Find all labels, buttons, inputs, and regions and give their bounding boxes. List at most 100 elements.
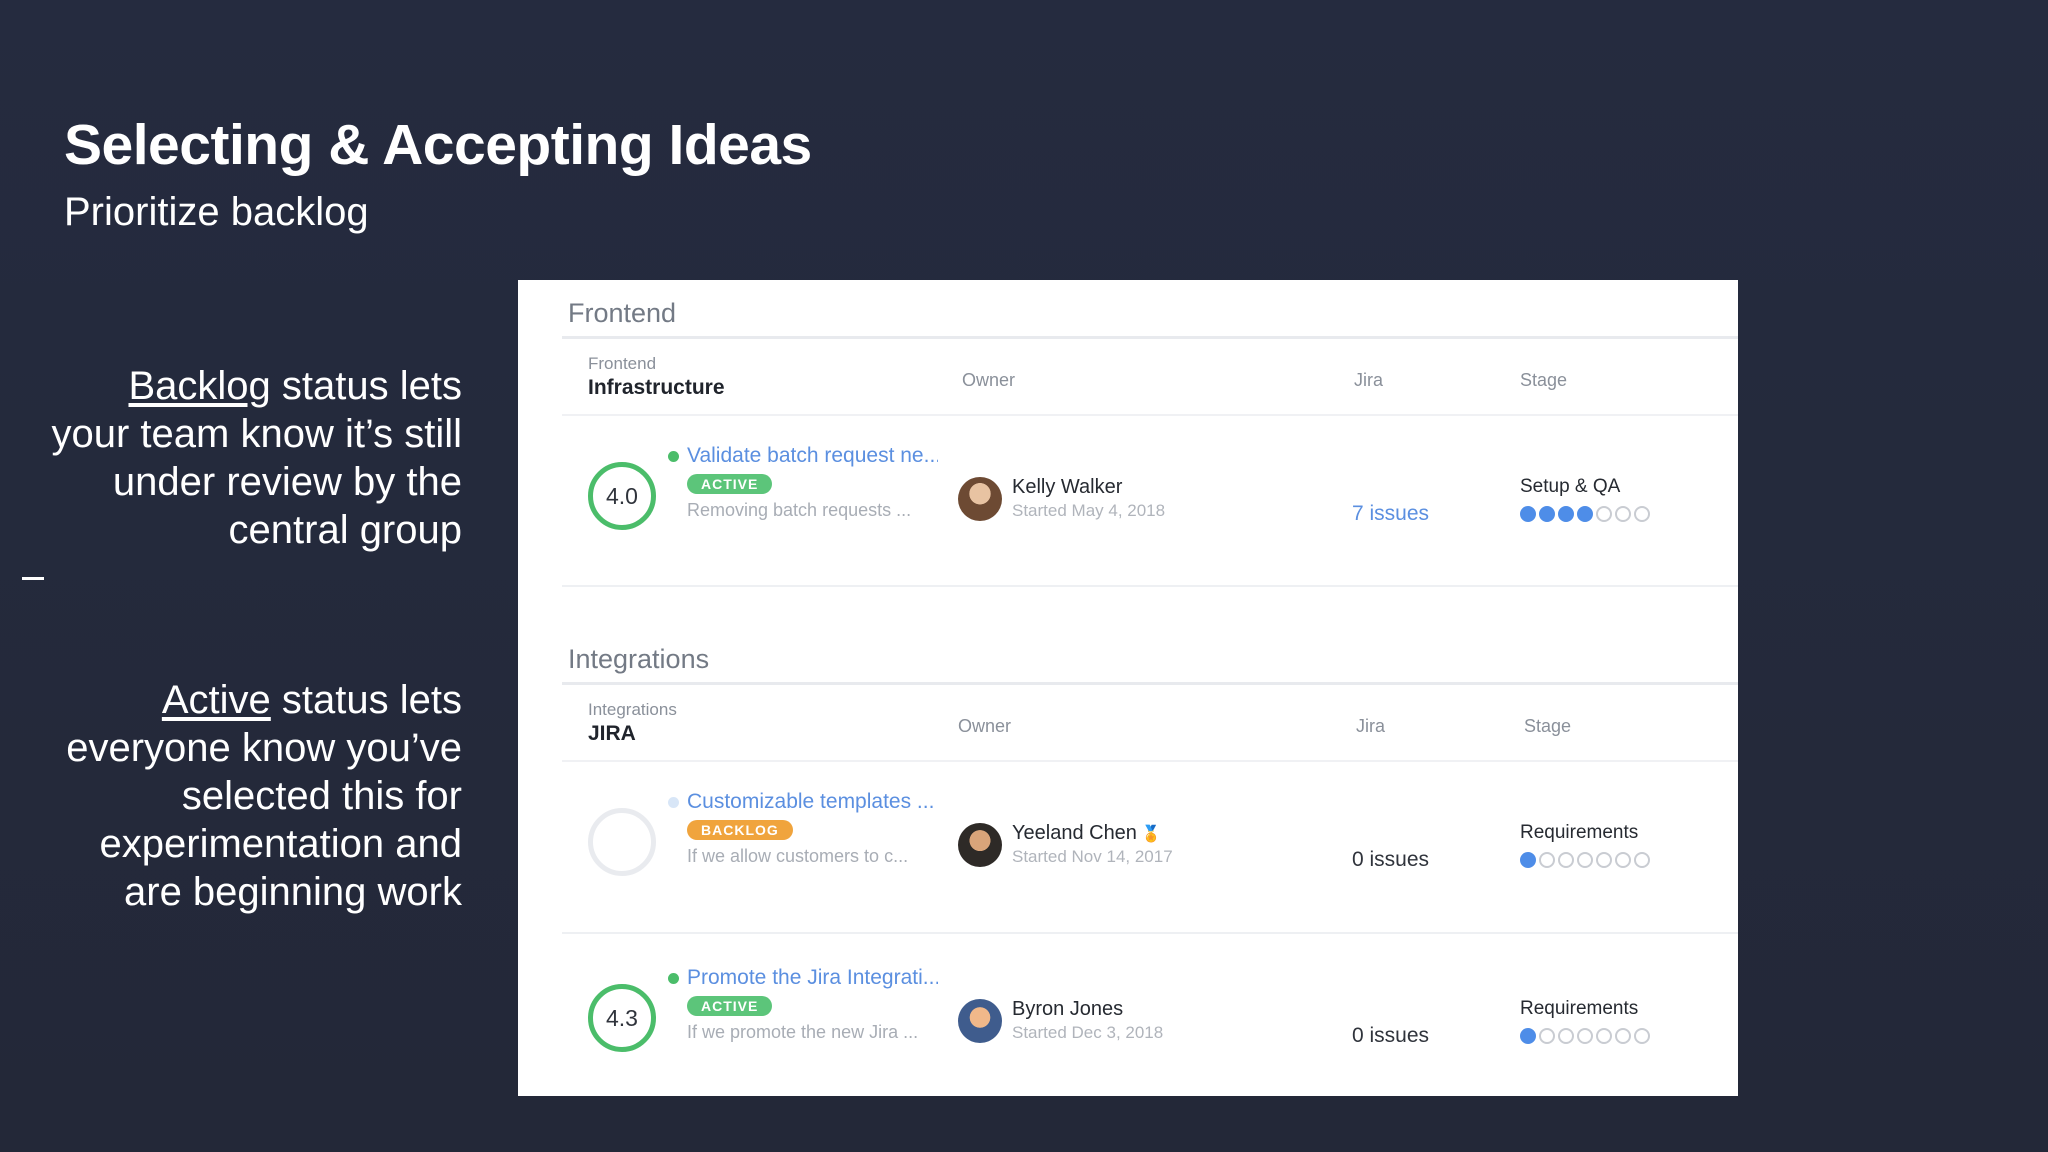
status-badge: ACTIVE (687, 474, 773, 494)
stage-step-pending-icon (1596, 1028, 1612, 1044)
section-title-integrations: Integrations (568, 644, 710, 674)
idea-cell: Promote the Jira Integrati... ACTIVE If … (668, 966, 938, 1043)
active-keyword: Active (161, 678, 271, 722)
section-title-frontend: Frontend (568, 298, 677, 328)
stage-step-pending-icon (1634, 1028, 1650, 1044)
idea-cell: Validate batch request ne... ACTIVE Remo… (668, 444, 938, 521)
owner-name: Kelly Walker (1012, 476, 1123, 498)
section-divider (562, 336, 1738, 339)
stage-step-complete-icon (1539, 506, 1555, 522)
idea-title: Validate batch request ne... (687, 444, 938, 467)
status-dot-icon (668, 972, 679, 984)
idea-row[interactable]: 4.3 Promote the Jira Integrati... ACTIVE… (562, 940, 1738, 1096)
row-divider (562, 585, 1738, 587)
stage-step-complete-icon (1520, 1028, 1536, 1044)
stage-step-pending-icon (1539, 1028, 1555, 1044)
section-divider (562, 682, 1738, 685)
active-explanation: Active status lets everyone know you’ve … (42, 676, 462, 916)
idea-score: 4.0 (588, 462, 656, 530)
group-label: Frontend (588, 354, 657, 373)
ideas-screenshot-panel: Frontend Frontend Infrastructure Owner J… (518, 280, 1738, 1096)
stage-cell: Requirements (1520, 822, 1650, 868)
stage-step-pending-icon (1615, 852, 1631, 868)
stage-progress-dots (1520, 506, 1650, 522)
idea-cell: Customizable templates ... BACKLOG If we… (668, 790, 938, 867)
jira-issues: 0 issues (1352, 1024, 1430, 1047)
medal-icon: 🏅 (1140, 826, 1161, 843)
stage-step-pending-icon (1596, 852, 1612, 868)
owner-cell: Kelly Walker Started May 4, 2018 (958, 476, 1165, 521)
idea-title-link[interactable]: Promote the Jira Integrati... (668, 966, 938, 990)
stage-step-pending-icon (1558, 1028, 1574, 1044)
idea-title: Customizable templates ... (687, 790, 935, 813)
owner-start-date: Started Nov 14, 2017 (1012, 847, 1173, 866)
owner-start-date: Started Dec 3, 2018 (1012, 1023, 1164, 1042)
group-name[interactable]: JIRA (588, 722, 677, 746)
status-dot-icon (668, 796, 679, 808)
avatar (958, 476, 1002, 521)
owner-name: Yeeland Chen 🏅 (1012, 822, 1173, 845)
stage-name: Setup & QA (1520, 476, 1621, 497)
idea-score (588, 808, 656, 876)
stage-step-pending-icon (1634, 506, 1650, 522)
owner-start-date: Started May 4, 2018 (1012, 501, 1166, 520)
idea-description: Removing batch requests ... (687, 500, 912, 520)
stage-step-complete-icon (1520, 506, 1536, 522)
owner-name-text: Yeeland Chen (1012, 822, 1137, 844)
stage-step-pending-icon (1539, 852, 1555, 868)
idea-title-link[interactable]: Customizable templates ... (668, 790, 938, 814)
idea-title: Promote the Jira Integrati... (687, 966, 938, 989)
stage-step-pending-icon (1615, 1028, 1631, 1044)
stage-name: Requirements (1520, 822, 1639, 843)
column-header-stage[interactable]: Stage (1520, 370, 1567, 391)
table-header-integrations: Integrations JIRA Owner Jira Stage (562, 686, 1738, 762)
owner-cell: Yeeland Chen 🏅 Started Nov 14, 2017 (958, 822, 1173, 867)
stage-step-complete-icon (1520, 852, 1536, 868)
stage-name: Requirements (1520, 998, 1639, 1019)
stage-step-pending-icon (1558, 852, 1574, 868)
status-badge: BACKLOG (687, 820, 793, 840)
stage-step-complete-icon (1577, 506, 1593, 522)
column-header-owner[interactable]: Owner (962, 370, 1015, 391)
slide-subtitle: Prioritize backlog (64, 190, 369, 234)
idea-score: 4.3 (588, 984, 656, 1052)
avatar (958, 998, 1002, 1043)
group-heading: Frontend Infrastructure (588, 354, 725, 400)
column-header-jira[interactable]: Jira (1354, 370, 1383, 391)
jira-issues-link[interactable]: 7 issues (1352, 502, 1429, 526)
idea-row[interactable]: Customizable templates ... BACKLOG If we… (562, 764, 1738, 934)
stage-cell: Setup & QA (1520, 476, 1650, 522)
stage-step-pending-icon (1634, 852, 1650, 868)
status-dot-icon (668, 450, 679, 462)
stage-step-complete-icon (1558, 506, 1574, 522)
group-heading: Integrations JIRA (588, 700, 677, 746)
row-divider (562, 932, 1738, 934)
owner-cell: Byron Jones Started Dec 3, 2018 (958, 998, 1163, 1043)
idea-row[interactable]: 4.0 Validate batch request ne... ACTIVE … (562, 418, 1738, 588)
stage-progress-dots (1520, 1028, 1650, 1044)
stage-step-pending-icon (1577, 852, 1593, 868)
idea-description: If we promote the new Jira ... (687, 1022, 919, 1042)
idea-score-value: 4.0 (606, 482, 638, 509)
column-header-stage[interactable]: Stage (1524, 716, 1571, 737)
column-header-owner[interactable]: Owner (958, 716, 1011, 737)
group-label: Integrations (588, 700, 677, 719)
group-name[interactable]: Infrastructure (588, 376, 725, 400)
slide-title: Selecting & Accepting Ideas (64, 113, 812, 177)
backlog-keyword: Backlog (128, 364, 271, 408)
owner-name: Byron Jones (1012, 998, 1124, 1020)
jira-issues: 0 issues (1352, 848, 1430, 871)
stage-progress-dots (1520, 852, 1650, 868)
stage-cell: Requirements (1520, 998, 1650, 1044)
stage-step-pending-icon (1615, 506, 1631, 522)
avatar (958, 822, 1002, 867)
stage-step-pending-icon (1577, 1028, 1593, 1044)
slide-dash-mark (22, 577, 44, 580)
stage-step-pending-icon (1596, 506, 1612, 522)
status-badge: ACTIVE (687, 996, 773, 1016)
idea-description: If we allow customers to c... (687, 846, 909, 866)
idea-title-link[interactable]: Validate batch request ne... (668, 444, 938, 468)
column-header-jira[interactable]: Jira (1356, 716, 1385, 737)
idea-score-value: 4.3 (606, 1004, 638, 1031)
table-header-frontend: Frontend Infrastructure Owner Jira Stage (562, 340, 1738, 416)
